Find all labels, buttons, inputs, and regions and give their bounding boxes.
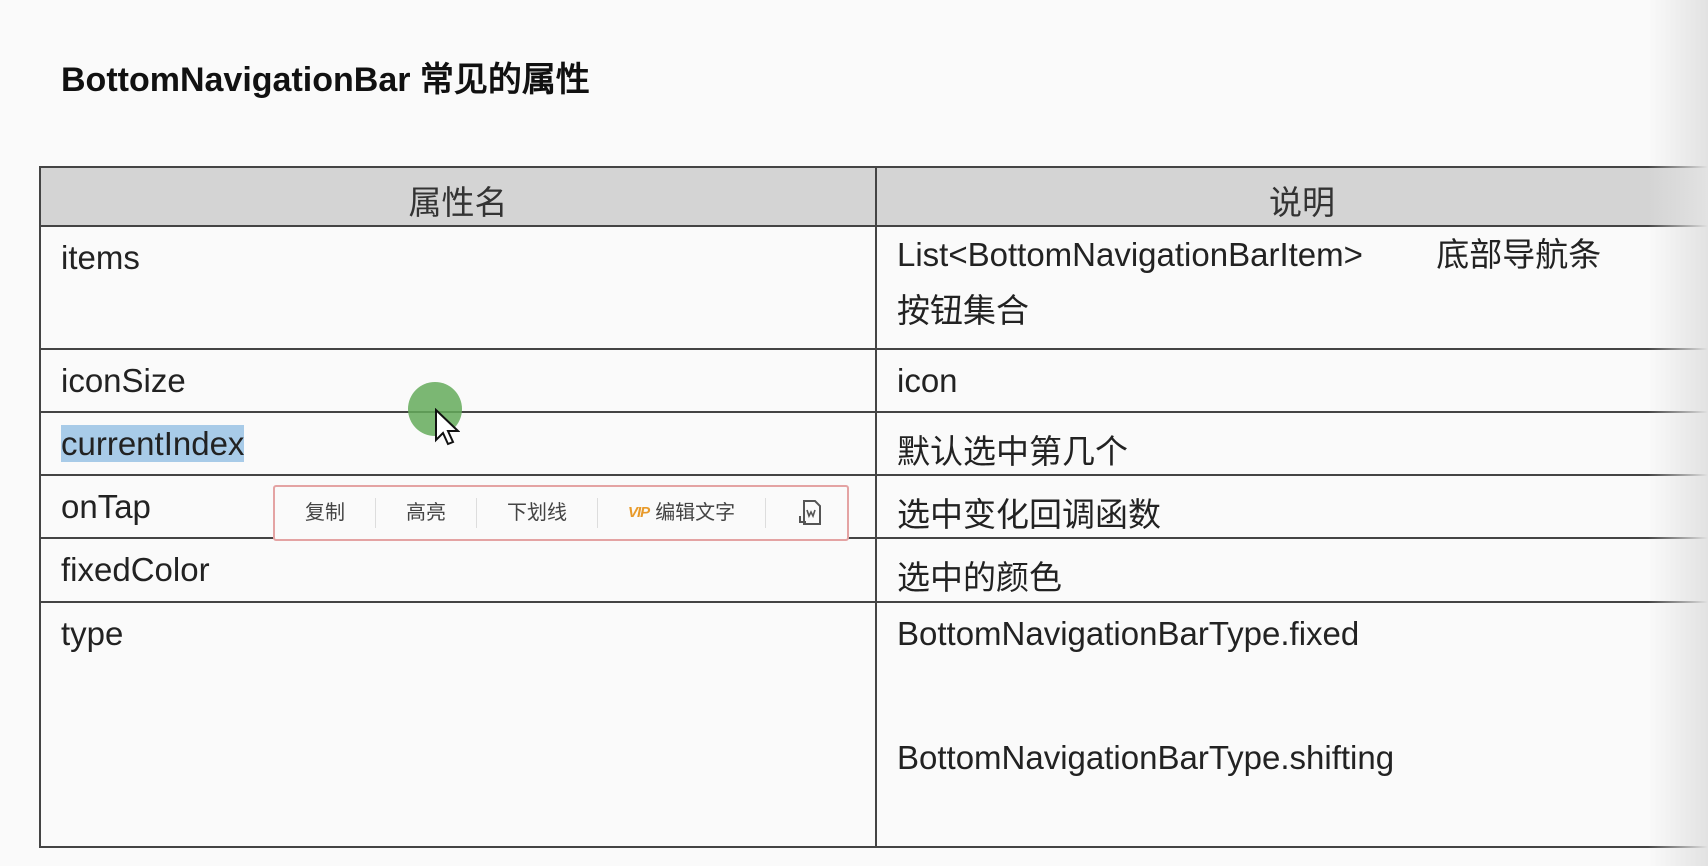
edit-text-label: 编辑文字 xyxy=(655,502,736,524)
edit-text-button[interactable]: VIP 编辑文字 xyxy=(598,498,767,528)
table-row: items List<BottomNavigationBarItem> 底部导航… xyxy=(39,225,1708,350)
mouse-cursor-icon xyxy=(435,408,460,446)
page-title: BottomNavigationBar 常见的属性 xyxy=(61,61,590,99)
header-desc: 说明 xyxy=(875,166,1708,227)
prop-name: fixedColor xyxy=(39,537,877,603)
selection-toolbar: 复制 高亮 下划线 VIP 编辑文字 xyxy=(273,485,849,541)
prop-name-selected[interactable]: currentIndex xyxy=(61,425,245,462)
underline-button[interactable]: 下划线 xyxy=(477,498,598,528)
header-name: 属性名 xyxy=(39,166,877,227)
prop-desc: List<BottomNavigationBarItem> 底部导航条按钮集合 xyxy=(875,225,1708,350)
prop-desc: BottomNavigationBarType.fixed xyxy=(897,615,1360,652)
file-word-icon[interactable] xyxy=(766,498,856,528)
vip-badge-icon: VIP xyxy=(628,504,650,521)
prop-name: items xyxy=(39,225,877,350)
table-header: 属性名 说明 xyxy=(39,166,1708,227)
prop-name: type xyxy=(39,601,877,848)
table-row: type BottomNavigationBarType.fixed Botto… xyxy=(39,601,1708,848)
prop-desc-2: BottomNavigationBarType.shifting xyxy=(897,739,1395,776)
table-row: currentIndex 默认选中第几个 xyxy=(39,411,1708,476)
table-row: iconSize icon xyxy=(39,348,1708,413)
prop-desc: icon xyxy=(875,348,1708,413)
prop-desc: 选中变化回调函数 xyxy=(875,474,1708,539)
prop-desc: 选中的颜色 xyxy=(875,537,1708,603)
highlight-button[interactable]: 高亮 xyxy=(376,498,477,528)
prop-desc: 默认选中第几个 xyxy=(875,411,1708,476)
copy-button[interactable]: 复制 xyxy=(275,498,376,528)
table-row: fixedColor 选中的颜色 xyxy=(39,537,1708,603)
